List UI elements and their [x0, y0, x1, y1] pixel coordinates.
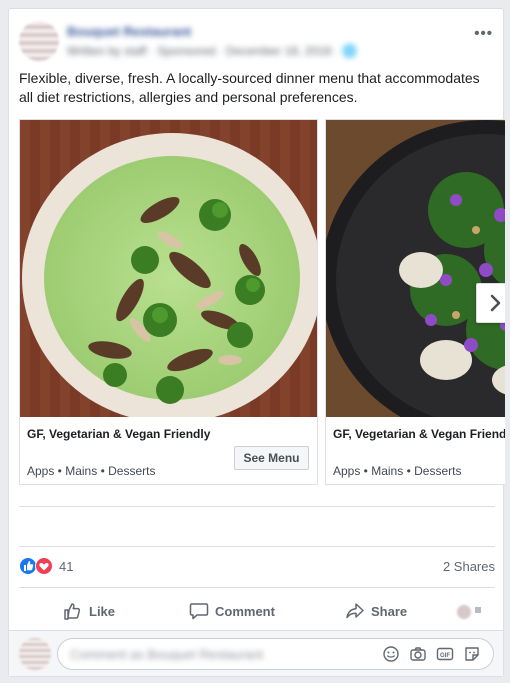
comment-composer: Comment as Bouquet Restaurant GIF: [9, 630, 503, 676]
comment-tools: GIF: [382, 645, 481, 663]
comment-label: Comment: [215, 603, 275, 619]
divider: [19, 546, 495, 547]
action-bar: Like Comment Share: [19, 596, 495, 626]
share-count[interactable]: 2 Shares: [443, 559, 495, 574]
comment-placeholder: Comment as Bouquet Restaurant: [70, 647, 263, 662]
reaction-bar: 41 2 Shares: [19, 557, 495, 577]
thumbs-up-icon: [64, 603, 81, 620]
more-options-icon[interactable]: •••: [474, 25, 493, 42]
commenter-avatar: [19, 638, 51, 670]
card-image-salad[interactable]: [326, 120, 505, 417]
post-header: Bouquet Restaurant Written by staff · Sp…: [19, 21, 495, 61]
divider: [19, 506, 495, 507]
gif-icon[interactable]: GIF: [436, 645, 454, 663]
card-title: GF, Vegetarian & Vegan Friendly: [27, 427, 211, 441]
card-subtitle: Apps • Mains • Desserts: [333, 464, 462, 478]
card-image-soup[interactable]: [20, 120, 317, 417]
comment-button[interactable]: Comment: [189, 596, 275, 626]
love-reaction-icon[interactable]: [35, 557, 53, 575]
like-button[interactable]: Like: [63, 596, 115, 626]
post-meta: Written by staff · Sponsored · December …: [67, 44, 357, 58]
see-menu-button[interactable]: See Menu: [234, 446, 309, 470]
post-text: Flexible, diverse, fresh. A locally-sour…: [19, 70, 480, 105]
card-title: GF, Vegetarian & Vegan Friendly: [333, 427, 505, 441]
carousel: GF, Vegetarian & Vegan Friendly Apps • M…: [19, 119, 505, 485]
share-arrow-icon: [346, 603, 364, 619]
comment-input[interactable]: Comment as Bouquet Restaurant GIF: [57, 638, 494, 670]
comment-icon: [189, 603, 209, 620]
like-label: Like: [89, 603, 116, 619]
chevron-right-icon: [490, 294, 501, 312]
share-label: Share: [371, 603, 408, 619]
reaction-count[interactable]: 41: [59, 559, 73, 574]
emoji-icon[interactable]: [382, 645, 400, 663]
page-name[interactable]: Bouquet Restaurant: [67, 24, 207, 40]
divider: [19, 587, 495, 588]
camera-icon[interactable]: [409, 645, 427, 663]
svg-text:GIF: GIF: [440, 653, 450, 659]
viewer-avatar[interactable]: [457, 605, 471, 619]
carousel-next-button[interactable]: [476, 283, 505, 323]
carousel-card[interactable]: GF, Vegetarian & Vegan Friendly Apps • M…: [19, 119, 318, 485]
share-button[interactable]: Share: [345, 596, 407, 626]
card-subtitle: Apps • Mains • Desserts: [27, 464, 156, 478]
page-avatar[interactable]: [19, 21, 59, 61]
caret-down-icon[interactable]: [475, 607, 481, 613]
sticker-icon[interactable]: [463, 645, 481, 663]
post-card: Bouquet Restaurant Written by staff · Sp…: [8, 8, 505, 677]
